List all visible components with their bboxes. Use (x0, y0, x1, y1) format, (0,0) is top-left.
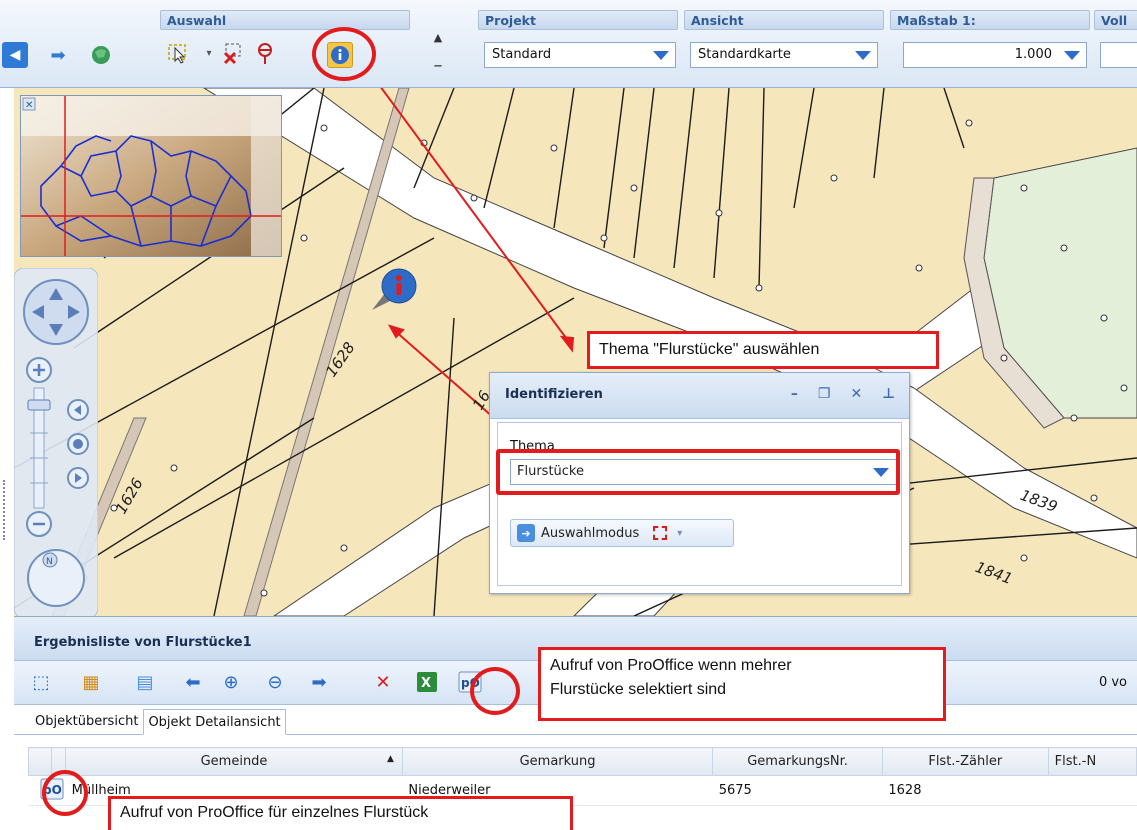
zoom-in-icon[interactable]: ⊕ (218, 669, 244, 695)
restore-icon[interactable]: ❐ (818, 386, 831, 402)
close-icon[interactable]: ✕ (850, 386, 862, 402)
chevron-down-icon (1064, 51, 1080, 60)
row-prooffice-cell[interactable]: pO (40, 775, 66, 806)
arrow-left-icon[interactable]: ◀ (2, 42, 28, 68)
cell-zaehler: 1628 (882, 775, 1049, 806)
chevron-down-icon (653, 51, 669, 60)
minimize-icon[interactable]: – (791, 386, 798, 402)
export-icon[interactable]: ▤ (132, 669, 158, 695)
prooffice-icon[interactable]: pO (457, 669, 483, 695)
table-icon[interactable]: ▦ (78, 669, 104, 695)
ribbon-toolbar: Auswahl Projekt Ansicht Maßstab 1: Voll … (0, 0, 1137, 88)
column-header-gemarkungsnr[interactable]: GemarkungsNr. (712, 747, 883, 776)
highlight-thema-select (496, 449, 900, 495)
group-header-ansicht: Ansicht (684, 10, 884, 30)
column-header-zaehler[interactable]: Flst.-Zähler (881, 747, 1049, 776)
excel-icon[interactable]: X (414, 669, 440, 695)
massstab-value: 1.000 (1014, 47, 1052, 62)
selection-frame-icon (653, 526, 668, 540)
identify-body: Thema Flurstücke ➔ Auswahlmodus ▾ (497, 422, 902, 586)
svg-text:pO: pO (461, 676, 480, 690)
svg-text:pO: pO (43, 783, 62, 797)
overview-terrain: ✕ (21, 96, 281, 256)
scroll-up-icon[interactable]: ▲ (425, 24, 451, 50)
callout-prooffice-single: Aufruf von ProOffice für einzelnes Flurs… (108, 796, 573, 830)
scroll-down-icon[interactable]: – (425, 52, 451, 78)
pin-icon[interactable]: ⊥ (882, 386, 895, 402)
projekt-select[interactable]: Standard (484, 42, 676, 68)
globe-icon[interactable] (88, 42, 114, 68)
callout-prooffice-multi: Aufruf von ProOffice wenn mehrer Flurstü… (538, 647, 946, 721)
info-icon[interactable] (327, 42, 353, 68)
prooffice-icon: pO (40, 778, 64, 799)
gemeinde-header-label: Gemeinde (200, 754, 268, 769)
cell-gemarkungsnr: 5675 (712, 775, 883, 806)
column-header-nenner[interactable]: Flst.-N (1047, 747, 1137, 776)
chevron-down-icon: ▾ (677, 527, 683, 539)
splitter-handle[interactable] (3, 480, 9, 540)
svg-text:✕: ✕ (25, 100, 33, 111)
identify-title: Identifizieren (505, 387, 603, 402)
group-header-voll: Voll (1094, 10, 1137, 30)
group-header-projekt: Projekt (478, 10, 678, 30)
svg-text:X: X (421, 676, 431, 691)
delete-icon[interactable]: ✕ (370, 669, 396, 695)
zoom-to-selection-icon[interactable]: ⬚ (28, 669, 54, 695)
arrow-right-icon[interactable]: ➡ (306, 669, 332, 695)
zoom-out-icon[interactable]: ⊖ (262, 669, 288, 695)
callout-prooffice-multi-line2: Flurstücke selektiert sind (550, 681, 727, 698)
column-header-gemarkung[interactable]: Gemarkung (401, 747, 714, 776)
column-header-gemeinde[interactable]: Gemeinde ▲ (65, 747, 403, 776)
auswahlmodus-label: Auswahlmodus (541, 525, 640, 541)
ansicht-value: Standardkarte (698, 47, 791, 62)
callout-prooffice-multi-line1: Aufruf von ProOffice wenn mehrer (550, 657, 792, 674)
voll-select[interactable] (1100, 42, 1137, 68)
ansicht-select[interactable]: Standardkarte (690, 42, 878, 68)
cell-nenner (1048, 775, 1137, 806)
chevron-down-icon (855, 51, 871, 60)
info-marker-icon (372, 268, 417, 310)
arrow-right-icon: ➔ (517, 524, 535, 542)
overview-map[interactable]: ✕ (20, 95, 282, 257)
arrow-right-icon[interactable]: ➡ (45, 42, 71, 68)
massstab-select[interactable]: 1.000 (903, 42, 1087, 68)
tab-objekt-detailansicht[interactable]: Objekt Detailansicht (143, 709, 286, 735)
select-cursor-icon[interactable] (165, 40, 191, 66)
callout-prooffice-single-text: Aufruf von ProOffice für einzelnes Flurs… (120, 804, 429, 821)
chevron-down-icon[interactable]: ▾ (196, 40, 222, 66)
identify-titlebar[interactable]: Identifizieren – ❐ ✕ ⊥ (490, 373, 909, 419)
sort-ascending-icon: ▲ (386, 754, 394, 764)
callout-thema: Thema "Flurstücke" auswählen (587, 331, 939, 369)
map-navigation-control: N (13, 267, 99, 619)
tab-objektuebersicht[interactable]: Objektübersicht (30, 708, 143, 734)
callout-thema-text: Thema "Flurstücke" auswählen (599, 341, 820, 358)
column-header-action (51, 747, 67, 776)
clear-selection-icon[interactable] (220, 40, 246, 66)
column-header-select (27, 747, 53, 776)
projekt-value: Standard (492, 47, 552, 62)
auswahlmodus-button[interactable]: ➔ Auswahlmodus ▾ (510, 519, 734, 547)
pin-icon[interactable] (252, 40, 278, 66)
group-header-massstab: Maßstab 1: (890, 10, 1090, 30)
results-count: 0 vo (1098, 675, 1127, 690)
group-header-auswahl: Auswahl (160, 10, 410, 30)
arrow-left-icon[interactable]: ⬅ (180, 669, 206, 695)
svg-text:N: N (46, 557, 53, 567)
